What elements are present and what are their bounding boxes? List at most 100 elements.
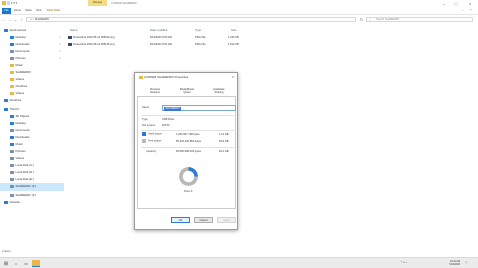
- tab-home[interactable]: Home: [14, 9, 21, 12]
- notification-icon[interactable]: ▢: [465, 261, 467, 265]
- desktop-icon: [10, 35, 14, 39]
- sidebar-item-label: Downloads: [15, 42, 30, 46]
- column-size[interactable]: Size: [231, 27, 236, 34]
- file-size: 1,234 KB: [228, 36, 239, 39]
- file-row[interactable]: Screenshot 2023-05-14 095012.png 5/14/20…: [68, 35, 248, 41]
- filesystem-value: FAT32: [162, 124, 170, 127]
- folder-icon: [10, 70, 14, 74]
- dialog-close-icon[interactable]: ×: [232, 74, 234, 79]
- manage-tab[interactable]: Manage: [88, 0, 107, 6]
- sidebar-item-label: Documents: [15, 49, 30, 53]
- drive-name-value: SHAREDRV: [164, 107, 182, 111]
- ok-button[interactable]: OK: [171, 217, 190, 223]
- maximize-icon[interactable]: □: [452, 0, 460, 7]
- search-input[interactable]: ⌕ Search SHAREDRV: [366, 17, 473, 22]
- sidebar-item[interactable]: SHAREDRV (F:): [0, 183, 64, 191]
- capacity-size: 62.0 GB: [219, 150, 229, 153]
- sidebar-item-label: SHAREDRV: [15, 70, 32, 74]
- drive-letter-label: Drive F:: [183, 190, 194, 193]
- music-icon: [10, 142, 14, 146]
- divider: [141, 115, 234, 116]
- used-space-row: Used space:: [142, 132, 162, 136]
- folder-icon: [10, 77, 14, 81]
- dialog-title-text: CASPER SHAREDRV Properties: [144, 75, 189, 79]
- sidebar-item-label: OneDrive: [9, 98, 22, 102]
- help-icon[interactable]: ?: [470, 9, 471, 12]
- sidebar-item-label: Desktop: [15, 35, 26, 39]
- back-icon[interactable]: ←: [1, 17, 6, 22]
- quick-access-toolbar[interactable]: ▾ ▾ ▾: [11, 1, 17, 5]
- file-explorer-icon[interactable]: [32, 259, 40, 267]
- properties-dialog: CASPER SHAREDRV Properties × Previous Ve…: [134, 72, 238, 230]
- file-name: Screenshot 2023-05-14 095145.png: [73, 43, 115, 46]
- start-icon[interactable]: ⊞: [2, 260, 10, 268]
- type-label: Type:: [142, 118, 149, 121]
- drive-icon: [10, 184, 14, 188]
- free-space-row: Free space:: [142, 139, 162, 143]
- sidebar-item-label: SHAREDRV (F:): [15, 184, 37, 188]
- up-icon[interactable]: ↑: [19, 17, 24, 22]
- status-text: 2 items: [2, 250, 11, 253]
- properties-icon[interactable]: [7, 1, 10, 5]
- address-area: ← → ⌄ ↑ ▭ › SHAREDRV ↻ ⌕ Search SHAREDRV: [0, 15, 478, 24]
- sidebar-item[interactable]: Network: [0, 199, 64, 207]
- search-icon[interactable]: ○: [12, 260, 20, 268]
- minimize-icon[interactable]: –: [440, 0, 448, 7]
- recent-icon[interactable]: ⌄: [13, 17, 18, 22]
- cloud-icon: [4, 98, 8, 102]
- image-file-icon: [68, 35, 72, 39]
- address-bar[interactable]: ▭ › SHAREDRV: [26, 17, 356, 22]
- column-name[interactable]: Name: [70, 27, 77, 34]
- document-icon: [10, 49, 14, 53]
- close-icon[interactable]: ×: [466, 0, 474, 7]
- drive-icon: [139, 75, 143, 79]
- computer-icon: [4, 107, 8, 111]
- star-icon: [4, 28, 8, 32]
- expand-ribbon-icon[interactable]: ⌄: [462, 9, 464, 12]
- refresh-icon[interactable]: ↻: [359, 17, 364, 22]
- folder-icon: [10, 84, 14, 88]
- sidebar-item-label: 3D Objects: [15, 114, 30, 118]
- sidebar-item-label: Videos: [15, 77, 25, 81]
- tab-previous-versions[interactable]: Previous Versions: [139, 86, 171, 96]
- breadcrumb[interactable]: SHAREDRV: [35, 18, 49, 21]
- download-icon: [10, 42, 14, 46]
- tab-hardware[interactable]: Hardware Sharing: [203, 86, 235, 96]
- cancel-button[interactable]: Cancel: [194, 217, 213, 223]
- folder-icon: [10, 91, 14, 95]
- cube-icon: [10, 114, 14, 118]
- clock[interactable]: 10:11 AM 5/14/2023: [430, 260, 460, 267]
- used-bytes: 1,234,567,168 bytes: [176, 133, 200, 136]
- network-icon: [4, 200, 8, 204]
- desktop-icon: [10, 121, 14, 125]
- sidebar-item-label: Desktop: [15, 121, 26, 125]
- sidebar-item-label: Videos: [15, 91, 25, 95]
- sidebar-item-label: Documents: [15, 128, 30, 132]
- file-row[interactable]: Screenshot 2023-05-14 095145.png 5/14/20…: [68, 42, 248, 48]
- column-type[interactable]: Type: [195, 27, 201, 34]
- clock-date: 5/14/2023: [449, 263, 460, 267]
- sidebar-item-label: Videos: [15, 156, 25, 160]
- sidebar-item-label: Pictures: [15, 56, 26, 60]
- sidebar-item-label: Music: [15, 142, 23, 146]
- file-tab[interactable]: File: [2, 8, 11, 14]
- file-date: 5/14/2023 9:51 AM: [150, 43, 172, 46]
- tab-share[interactable]: Share: [25, 9, 32, 12]
- divider: [141, 130, 234, 131]
- tab-view[interactable]: View: [36, 9, 42, 12]
- tab-line: Versions: [150, 90, 160, 94]
- divider: [141, 147, 234, 148]
- tab-drive-tools[interactable]: Drive Tools: [47, 9, 60, 12]
- drive-name-field[interactable]: SHAREDRV: [162, 105, 236, 111]
- sidebar-item-label: OneDrive: [15, 84, 28, 88]
- tray-icons[interactable]: ⌃ ▭ ◖: [400, 261, 407, 265]
- forward-icon[interactable]: →: [7, 17, 12, 22]
- column-date[interactable]: Date modified: [150, 27, 167, 34]
- sidebar-item[interactable]: OneDrive: [0, 97, 64, 105]
- folder-icon: [10, 63, 14, 67]
- tab-readyboost[interactable]: ReadyBoost Quota: [171, 86, 203, 96]
- name-label: Name:: [142, 106, 150, 109]
- picture-icon: [10, 149, 14, 153]
- apply-button[interactable]: Apply: [217, 217, 236, 223]
- taskview-icon[interactable]: ▭: [22, 260, 30, 268]
